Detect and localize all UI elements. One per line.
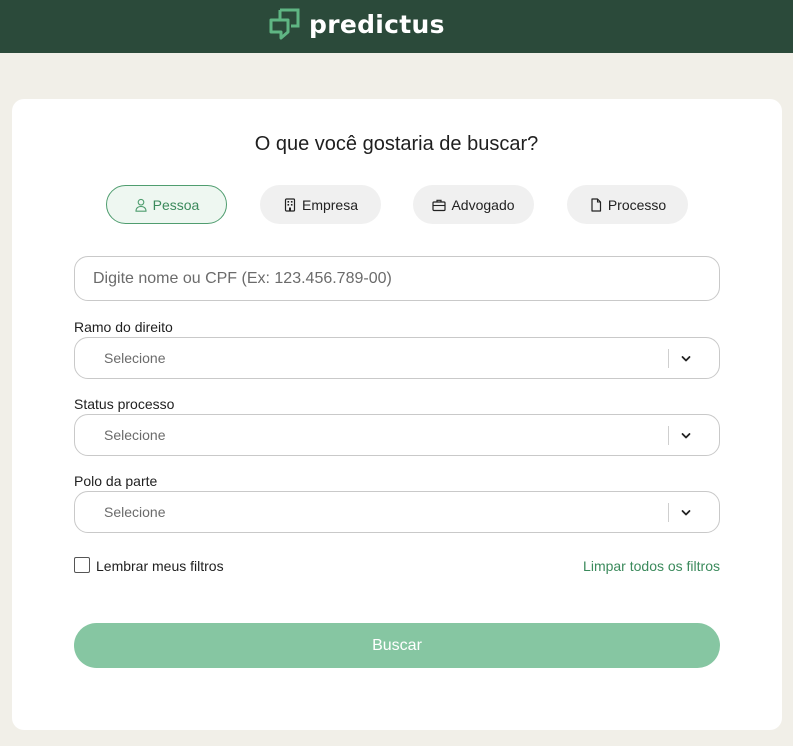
search-button[interactable]: Buscar — [74, 623, 720, 668]
select-value: Selecione — [104, 427, 166, 443]
polo-parte-select[interactable]: Selecione — [74, 491, 720, 533]
select-divider — [668, 426, 669, 445]
polo-parte-label: Polo da parte — [74, 473, 158, 489]
person-icon — [135, 198, 147, 212]
ramo-direito-label: Ramo do direito — [74, 319, 173, 335]
tab-label: Processo — [607, 196, 667, 213]
status-processo-select[interactable]: Selecione — [74, 414, 720, 456]
select-value: Selecione — [104, 504, 166, 520]
tab-label: Empresa — [301, 196, 359, 213]
page-title: O que você gostaria de buscar? — [254, 133, 539, 155]
remember-filters-label[interactable]: Lembrar meus filtros — [96, 558, 224, 574]
brand-logo[interactable]: predictus — [268, 8, 445, 40]
chevron-down-icon[interactable] — [680, 507, 692, 519]
tab-pessoa[interactable]: Pessoa — [106, 185, 227, 224]
clear-filters-link[interactable]: Limpar todos os filtros — [583, 558, 720, 574]
remember-filters-checkbox[interactable] — [74, 557, 90, 573]
brand-name: predictus — [309, 9, 445, 39]
predictus-logo-icon — [269, 8, 300, 40]
tab-advogado[interactable]: Advogado — [413, 185, 534, 224]
tab-label: Advogado — [451, 196, 515, 213]
search-input[interactable] — [74, 256, 720, 301]
tab-label: Pessoa — [152, 196, 200, 213]
top-bar: predictus — [0, 0, 793, 53]
tab-empresa[interactable]: Empresa — [260, 185, 381, 224]
select-divider — [668, 503, 669, 522]
document-icon — [591, 197, 601, 212]
select-divider — [668, 349, 669, 368]
chevron-down-icon[interactable] — [680, 430, 692, 442]
status-processo-label: Status processo — [74, 396, 175, 412]
select-value: Selecione — [104, 350, 166, 366]
building-icon — [284, 197, 296, 212]
briefcase-icon — [432, 199, 447, 211]
chevron-down-icon[interactable] — [680, 353, 692, 365]
tab-processo[interactable]: Processo — [567, 185, 688, 224]
ramo-direito-select[interactable]: Selecione — [74, 337, 720, 379]
